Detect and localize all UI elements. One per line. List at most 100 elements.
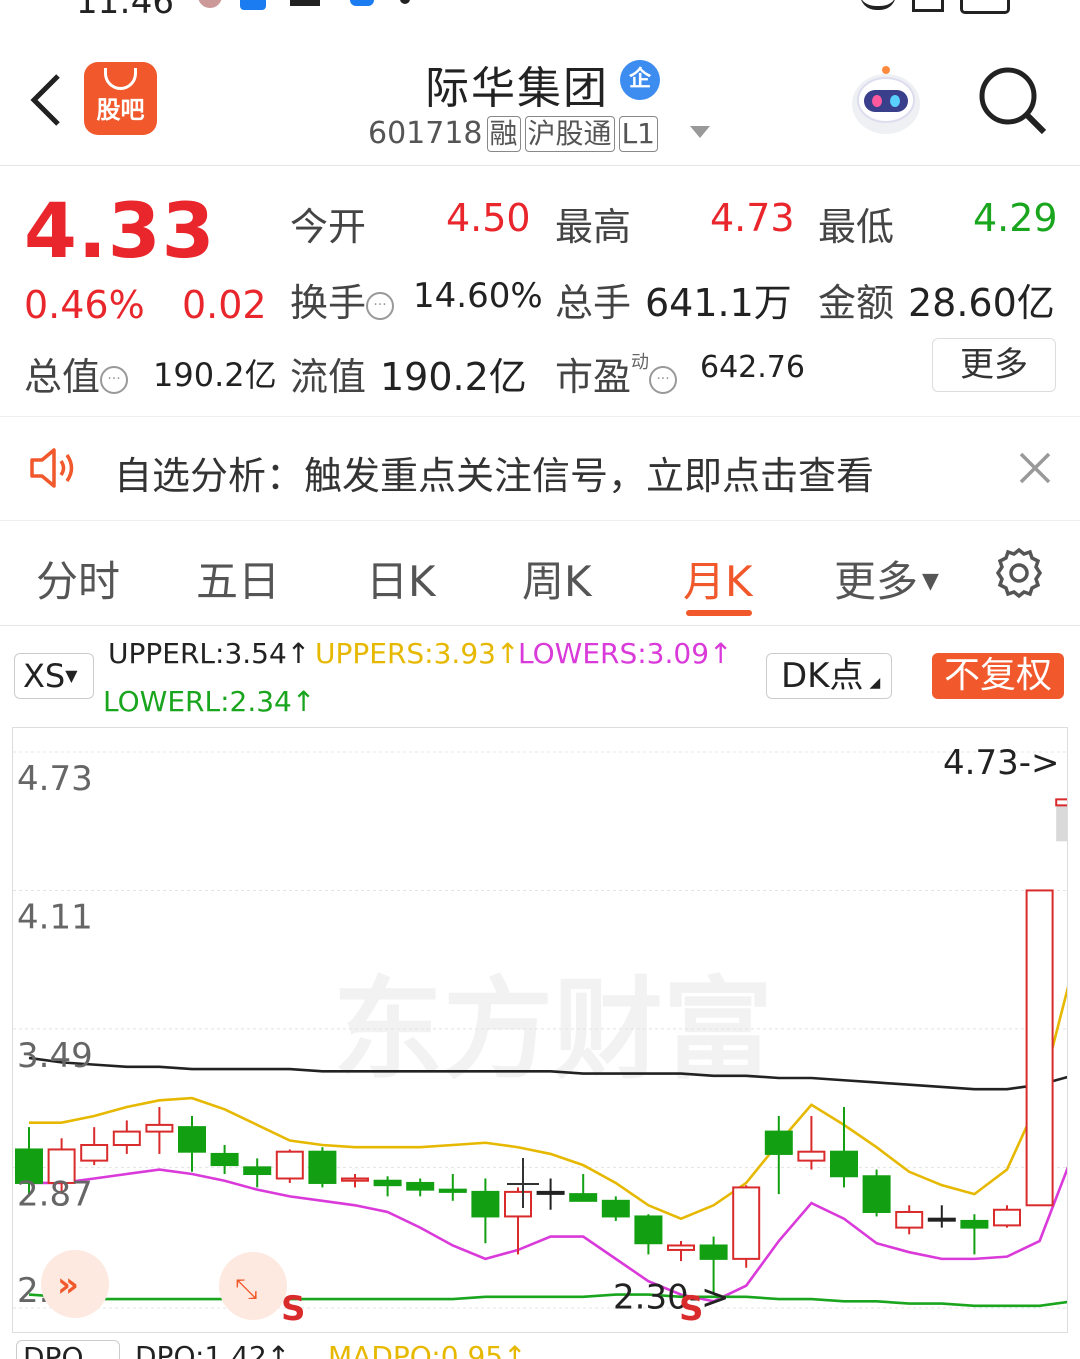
tag-connect: 沪股通 bbox=[524, 116, 615, 152]
tab-intraday[interactable]: 分时 bbox=[36, 548, 120, 609]
candle-body bbox=[927, 1217, 956, 1222]
y-axis-tick: 4.73 bbox=[17, 759, 93, 799]
candle-body bbox=[210, 1152, 239, 1167]
candle-body bbox=[178, 1126, 206, 1153]
volume-value: 641.1万 bbox=[645, 281, 792, 325]
tag-level: L1 bbox=[618, 116, 658, 152]
candle-body bbox=[112, 1130, 141, 1146]
kline-chart[interactable]: 东方财富4.734.113.492.872.244.73->2.30->SS»⤡ bbox=[12, 727, 1080, 1333]
tab-daily-k[interactable]: 日K bbox=[366, 548, 436, 609]
dropdown-arrow-icon[interactable] bbox=[690, 126, 710, 138]
stock-name: 际华集团 bbox=[425, 63, 609, 114]
tab-weekly-k[interactable]: 周K bbox=[522, 548, 592, 609]
open-value: 4.50 bbox=[446, 196, 531, 240]
upperl-value: UPPERL:3.54↑ bbox=[108, 637, 311, 670]
dk-point-button[interactable]: DK点 ◢ bbox=[766, 653, 892, 699]
candle-body bbox=[373, 1179, 402, 1187]
change-percent: 0.46% bbox=[24, 283, 145, 327]
high-value: 4.73 bbox=[710, 196, 795, 240]
top-bar: 股吧 际华集团 企 601718 融沪股通 L1 bbox=[0, 30, 1080, 166]
guba-logo-icon bbox=[104, 68, 137, 90]
low-value: 4.29 bbox=[973, 196, 1058, 240]
y-axis-tick: 4.11 bbox=[17, 897, 93, 937]
settings-gear-icon[interactable] bbox=[992, 546, 1046, 600]
pe-label: 市盈动··· bbox=[555, 346, 678, 401]
change-amount: 0.02 bbox=[182, 283, 267, 327]
search-icon[interactable] bbox=[978, 66, 1048, 136]
dropdown-arrow-icon: ▼ bbox=[65, 666, 78, 685]
mktcap-value: 190.2亿 bbox=[153, 356, 277, 394]
candle-body bbox=[569, 1193, 598, 1202]
candle-body bbox=[341, 1177, 369, 1182]
robot-assistant-icon[interactable] bbox=[846, 60, 926, 140]
candle-body bbox=[536, 1190, 565, 1195]
float-label: 流值 bbox=[290, 355, 367, 399]
indicator-header: XS▼ UPPERL:3.54↑ UPPERS:3.93↑ LOWERS:3.0… bbox=[0, 627, 1080, 725]
candle-body bbox=[1025, 889, 1054, 1207]
amount-label: 金额 bbox=[818, 281, 895, 325]
candle-body bbox=[275, 1150, 304, 1180]
notification-icons bbox=[190, 0, 420, 14]
double-chevron-icon: » bbox=[57, 1265, 79, 1305]
series-line-lowers bbox=[29, 1155, 1074, 1303]
float-value: 190.2亿 bbox=[380, 355, 527, 399]
info-icon[interactable]: ··· bbox=[649, 365, 678, 394]
candle-body bbox=[764, 1130, 793, 1155]
candle-body bbox=[797, 1150, 826, 1162]
lowers-value: LOWERS:3.09↑ bbox=[518, 637, 733, 670]
candle-body bbox=[308, 1150, 337, 1184]
kline-chart-svg: 东方财富4.734.113.492.872.244.73->2.30->SS»⤡ bbox=[13, 743, 1080, 1329]
dropdown-arrow-icon: ▼ bbox=[922, 569, 939, 594]
candle-body bbox=[243, 1166, 272, 1176]
no-adjust-button[interactable]: 不复权 bbox=[932, 653, 1064, 699]
bottom-indicator-row: DPO DPO:1.42↑ MADPO:0.95↑ bbox=[0, 1340, 1080, 1359]
tag-margin: 融 bbox=[486, 116, 521, 152]
current-candle-body bbox=[1056, 803, 1080, 842]
tab-more[interactable]: 更多 ▼ bbox=[834, 548, 939, 609]
sell-signal: S bbox=[679, 1289, 704, 1329]
stock-code: 601718 bbox=[368, 116, 483, 151]
low-marker: 2.30-> bbox=[613, 1278, 729, 1318]
candle-body bbox=[667, 1244, 695, 1251]
open-label: 今开 bbox=[290, 205, 367, 249]
active-tab-indicator bbox=[686, 610, 752, 616]
candle-body bbox=[993, 1208, 1021, 1227]
candle-body bbox=[145, 1123, 174, 1133]
enterprise-badge: 企 bbox=[620, 60, 660, 100]
close-icon[interactable] bbox=[1018, 451, 1052, 485]
indicator-selector[interactable]: XS▼ bbox=[14, 653, 94, 699]
info-icon[interactable]: ··· bbox=[366, 291, 395, 320]
tab-monthly-k[interactable]: 月K bbox=[683, 548, 753, 609]
candle-body bbox=[895, 1210, 924, 1229]
speaker-icon bbox=[30, 448, 74, 488]
info-icon[interactable]: ··· bbox=[100, 365, 129, 394]
status-bar: 11:46 bbox=[0, 0, 1080, 30]
notice-bar[interactable]: 自选分析：触发重点关注信号，立即点击查看 bbox=[0, 416, 1080, 521]
more-quote-button[interactable]: 更多 bbox=[932, 338, 1056, 392]
fullscreen-arrows-icon: ⤡ bbox=[235, 1272, 257, 1305]
back-icon[interactable] bbox=[26, 70, 66, 130]
candle-body bbox=[699, 1244, 728, 1260]
notice-text[interactable]: 自选分析：触发重点关注信号，立即点击查看 bbox=[114, 445, 874, 500]
tab-five-day[interactable]: 五日 bbox=[196, 548, 280, 609]
candle-body bbox=[406, 1181, 435, 1191]
pe-sup: 动 bbox=[631, 352, 650, 373]
dpo-selector[interactable]: DPO bbox=[16, 1340, 121, 1359]
candle-body bbox=[471, 1190, 500, 1218]
madpo-value: MADPO:0.95↑ bbox=[328, 1340, 527, 1359]
mktcap-label: 总值 ··· bbox=[24, 346, 129, 401]
status-time: 11:46 bbox=[76, 0, 174, 22]
corner-arrow-icon: ◢ bbox=[869, 675, 881, 691]
low-label: 最低 bbox=[818, 205, 895, 249]
candle-body bbox=[960, 1219, 989, 1229]
candle-body bbox=[732, 1186, 761, 1260]
high-marker: 4.73-> bbox=[943, 743, 1059, 783]
candle-body bbox=[80, 1143, 109, 1162]
guba-label: 股吧 bbox=[96, 96, 145, 124]
candle-body bbox=[504, 1190, 532, 1218]
candle-body bbox=[862, 1175, 891, 1213]
candle-body bbox=[830, 1150, 858, 1178]
stock-code-row[interactable]: 601718 融沪股通 L1 bbox=[368, 116, 658, 152]
guba-button[interactable]: 股吧 bbox=[84, 62, 157, 135]
uppers-value: UPPERS:3.93↑ bbox=[315, 637, 520, 670]
